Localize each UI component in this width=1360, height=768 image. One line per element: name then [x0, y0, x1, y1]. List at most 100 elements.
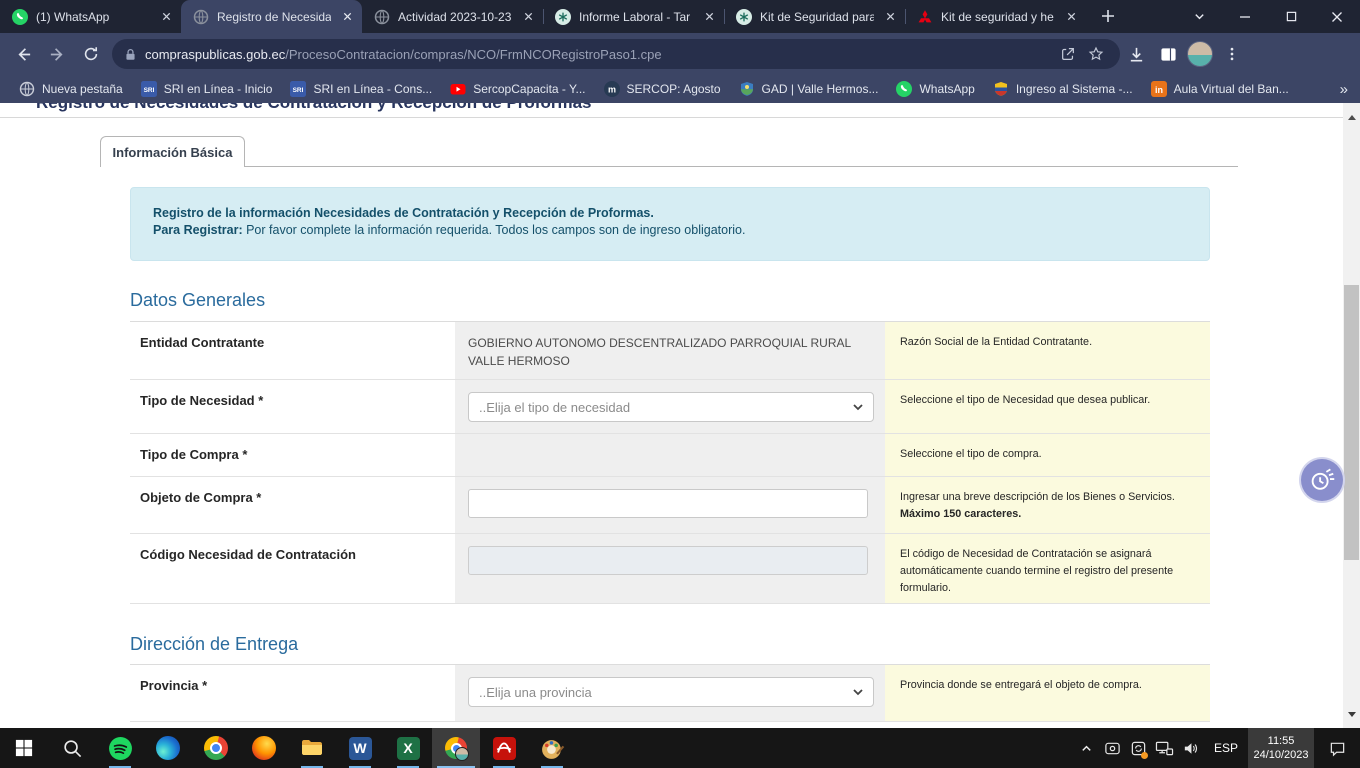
download-icon[interactable] — [1120, 37, 1152, 71]
scroll-up-arrow[interactable] — [1343, 109, 1360, 126]
url-path: /ProcesoContratacion/compras/NCO/FrmNCOR… — [285, 47, 661, 62]
tab-informe-laboral[interactable]: Informe Laboral - Tar — [543, 0, 724, 33]
scrollbar-thumb[interactable] — [1344, 285, 1359, 560]
close-window-button[interactable] — [1314, 0, 1360, 33]
system-clock[interactable]: 11:55 24/10/2023 — [1248, 728, 1314, 768]
network-icon[interactable] — [1152, 728, 1178, 768]
bookmark-whatsapp[interactable]: WhatsApp — [887, 77, 983, 101]
tab-whatsapp[interactable]: (1) WhatsApp — [0, 0, 181, 33]
taskbar-word[interactable]: W — [336, 728, 384, 768]
section-heading-datos-generales: Datos Generales — [130, 290, 265, 311]
close-tab-icon[interactable] — [882, 8, 899, 25]
codigo-necesidad-input — [468, 546, 868, 575]
tab-informacion-basica[interactable]: Información Básica — [100, 136, 245, 167]
taskbar-edge[interactable] — [144, 728, 192, 768]
share-icon[interactable] — [1054, 40, 1082, 68]
globe-icon — [374, 9, 390, 25]
close-tab-icon[interactable] — [1063, 8, 1080, 25]
meet-now-icon[interactable] — [1100, 728, 1126, 768]
taskbar-chrome-profile-active[interactable] — [432, 728, 480, 768]
row-tipo-compra: Tipo de Compra * Seleccione el tipo de c… — [130, 434, 1210, 477]
maximize-button[interactable] — [1268, 0, 1314, 33]
tab-actividad[interactable]: Actividad 2023-10-23 — [362, 0, 543, 33]
bookmarks-bar: Nueva pestaña SRISRI en Línea - Inicio S… — [0, 75, 1360, 103]
field-label: Objeto de Compra * — [130, 477, 455, 533]
lock-icon — [124, 48, 137, 61]
volume-icon[interactable] — [1178, 728, 1204, 768]
chrome-icon — [204, 736, 228, 760]
tab-title: Kit de Seguridad para — [760, 10, 874, 24]
bookmark-ingreso-sistema[interactable]: Ingreso al Sistema -... — [984, 77, 1142, 101]
field-cell: ..Elija una provincia — [455, 665, 885, 721]
objeto-compra-input[interactable] — [468, 489, 868, 518]
side-panel-icon[interactable] — [1152, 37, 1184, 71]
back-button[interactable] — [6, 37, 40, 71]
floating-timer-widget[interactable] — [1299, 457, 1345, 503]
svg-text:SRI: SRI — [143, 87, 154, 94]
provincia-select[interactable]: ..Elija una provincia — [468, 677, 874, 707]
youtube-icon — [450, 81, 466, 97]
close-tab-icon[interactable] — [701, 8, 718, 25]
bookmark-nueva-pestana[interactable]: Nueva pestaña — [10, 77, 132, 101]
red-triangles-icon — [917, 9, 933, 25]
help-text-bold: Máximo 150 caracteres. — [900, 506, 1204, 523]
tab-registro-active[interactable]: Registro de Necesida — [181, 0, 362, 33]
notice-line2-text: Por favor complete la información requer… — [243, 223, 746, 237]
taskbar-paint[interactable] — [528, 728, 576, 768]
bookmark-sercopcapacita[interactable]: SercopCapacita - Y... — [441, 77, 594, 101]
bookmark-sercop-agosto[interactable]: mSERCOP: Agosto — [595, 77, 730, 101]
field-label: Tipo de Compra * — [130, 434, 455, 476]
clock-time: 11:55 — [1268, 734, 1295, 748]
forward-button[interactable] — [40, 37, 74, 71]
tab-title: Actividad 2023-10-23 — [398, 10, 512, 24]
help-cell: El código de Necesidad de Contratación s… — [885, 534, 1210, 603]
windows-taskbar: W X ESP 11:55 24/10/2023 — [0, 728, 1360, 768]
new-tab-button[interactable] — [1094, 2, 1122, 30]
bookmark-label: GAD | Valle Hermos... — [762, 82, 879, 96]
whatsapp-icon — [896, 81, 912, 97]
bookmark-aula-virtual[interactable]: in Aula Virtual del Ban... — [1142, 77, 1298, 101]
acrobat-icon — [493, 737, 516, 760]
language-indicator[interactable]: ESP — [1204, 741, 1248, 755]
taskbar-spotify[interactable] — [96, 728, 144, 768]
bookmark-star-icon[interactable] — [1082, 40, 1110, 68]
address-bar[interactable]: compraspublicas.gob.ec/ProcesoContrataci… — [112, 39, 1120, 69]
close-tab-icon[interactable] — [520, 8, 537, 25]
paint-icon — [540, 736, 565, 761]
hidden-icons-chevron[interactable] — [1074, 728, 1100, 768]
page-scrollbar[interactable] — [1343, 103, 1360, 728]
taskbar-search-button[interactable] — [48, 728, 96, 768]
taskbar-acrobat[interactable] — [480, 728, 528, 768]
bookmark-label: Aula Virtual del Ban... — [1174, 82, 1289, 96]
bookmark-label: SercopCapacita - Y... — [473, 82, 585, 96]
tab-kit-seguridad-2[interactable]: Kit de seguridad y he — [905, 0, 1086, 33]
taskbar-excel[interactable]: X — [384, 728, 432, 768]
firefox-icon — [252, 736, 276, 760]
bookmarks-overflow-chevron[interactable]: » — [1340, 81, 1348, 98]
taskbar-firefox[interactable] — [240, 728, 288, 768]
sync-pending-icon[interactable] — [1126, 728, 1152, 768]
browser-menu-icon[interactable] — [1216, 37, 1248, 71]
close-tab-icon[interactable] — [339, 8, 356, 25]
field-cell — [455, 434, 885, 476]
taskbar-file-explorer[interactable] — [288, 728, 336, 768]
browser-toolbar: compraspublicas.gob.ec/ProcesoContrataci… — [0, 33, 1360, 75]
bookmark-gad-valle-hermoso[interactable]: GAD | Valle Hermos... — [730, 77, 888, 101]
tab-search-chevron-icon[interactable] — [1176, 0, 1222, 33]
reload-button[interactable] — [74, 37, 108, 71]
tab-kit-seguridad-1[interactable]: Kit de Seguridad para — [724, 0, 905, 33]
orange-in-icon: in — [1151, 81, 1167, 97]
sri-icon: SRI — [141, 81, 157, 97]
bookmark-sri-inicio[interactable]: SRISRI en Línea - Inicio — [132, 77, 282, 101]
scroll-down-arrow[interactable] — [1343, 706, 1360, 723]
bookmark-sri-consultas[interactable]: SRISRI en Línea - Cons... — [281, 77, 441, 101]
tipo-necesidad-select[interactable]: ..Elija el tipo de necesidad — [468, 392, 874, 422]
bookmark-label: SERCOP: Agosto — [627, 82, 721, 96]
taskbar-chrome[interactable] — [192, 728, 240, 768]
help-text: Ingresar una breve descripción de los Bi… — [900, 489, 1204, 506]
close-tab-icon[interactable] — [158, 8, 175, 25]
start-button[interactable] — [0, 728, 48, 768]
action-center-icon[interactable] — [1314, 728, 1360, 768]
minimize-button[interactable] — [1222, 0, 1268, 33]
profile-avatar[interactable] — [1184, 37, 1216, 71]
